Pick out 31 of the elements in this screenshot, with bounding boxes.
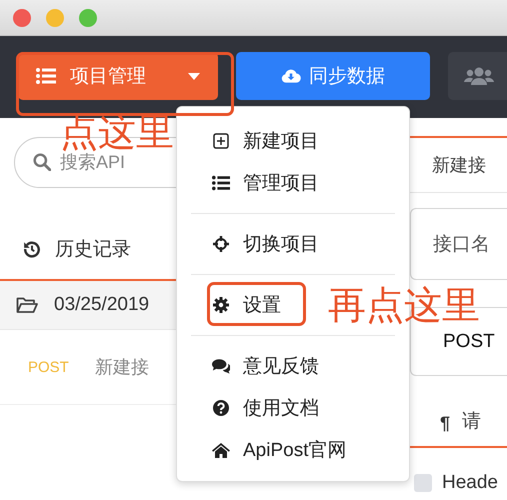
- open-folder-icon: [16, 296, 38, 314]
- close-button[interactable]: [13, 8, 31, 26]
- users-icon: [464, 66, 494, 86]
- header-label: Heade: [442, 472, 498, 494]
- cloud-download-icon: [281, 68, 301, 84]
- menu-item[interactable]: 意见反馈: [177, 345, 327, 387]
- chat-bubbles-icon: [212, 358, 230, 374]
- home-icon: [212, 442, 230, 458]
- folder-date: 03/25/2019: [54, 294, 150, 316]
- pilcrow-icon: ¶: [440, 413, 450, 434]
- search-icon: [33, 153, 51, 171]
- zoom-button[interactable]: [79, 8, 97, 26]
- menu-item[interactable]: 切换项目: [177, 223, 327, 265]
- list-icon: [36, 68, 56, 84]
- caret-icon: [188, 72, 200, 80]
- gear-icon: [212, 297, 230, 313]
- menu-item[interactable]: ApiPost官网: [177, 429, 354, 471]
- sync-button[interactable]: 同步数据: [236, 52, 430, 100]
- header-checkbox[interactable]: [414, 474, 432, 492]
- list-icon: [212, 175, 230, 191]
- minimize-button[interactable]: [46, 8, 64, 26]
- menu-item[interactable]: 设置: [177, 284, 289, 326]
- menu-item[interactable]: 使用文档: [177, 387, 327, 429]
- history-icon: [23, 240, 41, 258]
- method-label: POST: [28, 358, 69, 376]
- section-tab[interactable]: 请: [462, 408, 482, 434]
- plus-square-icon: [212, 133, 230, 149]
- crosshair-icon: [212, 236, 230, 252]
- api-name: 新建接: [94, 356, 149, 379]
- history-label[interactable]: 历史记录: [55, 236, 131, 262]
- help-icon: [212, 400, 230, 416]
